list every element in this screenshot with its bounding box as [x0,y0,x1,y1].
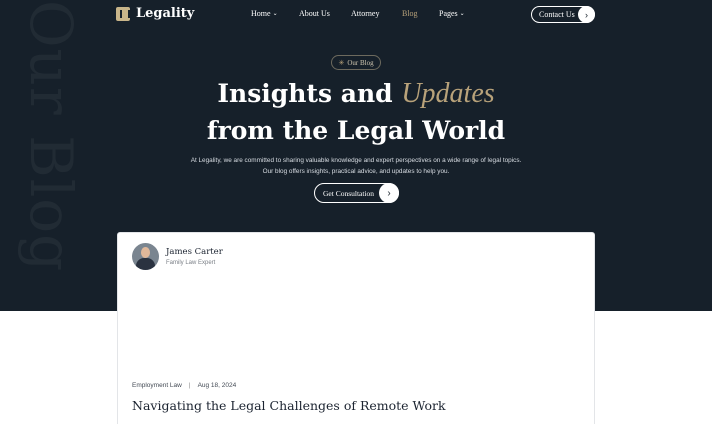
hero-headline-line2: from the Legal World [206,116,506,145]
post-meta: Employment Law | Aug 18, 2024 [132,382,236,389]
badge-label: Our Blog [347,58,374,67]
hero-description: At Legality, we are committed to sharing… [190,157,522,175]
hero-headline-line1: Insights and Updates [0,76,712,112]
nav-item-label: Home [251,9,271,18]
cta-label: Get Consultation [323,188,375,198]
headline-accent: Updates [401,78,495,109]
nav-item-attorney[interactable]: Attorney [351,9,379,18]
blog-badge: ✳ Our Blog [331,55,381,70]
logo[interactable]: Legality [116,6,194,21]
star-icon: ✳ [338,59,345,67]
contact-us-label: Contact Us [539,10,575,19]
meta-divider: | [188,382,191,389]
chevron-down-icon: ⌄ [272,11,278,17]
nav-item-label: Attorney [351,9,380,18]
post-category[interactable]: Employment Law [132,382,182,389]
get-consultation-button[interactable]: Get Consultation › [314,183,399,203]
nav-item-label: Blog [402,9,418,18]
nav-item-blog[interactable]: Blog [402,9,418,18]
avatar [132,243,159,270]
post-author: James Carter Family Law Expert [132,243,223,270]
chevron-down-icon: ⌄ [459,11,465,17]
nav-item-label: About Us [299,9,330,18]
nav-item-about-us[interactable]: About Us [299,9,330,18]
author-name: James Carter [166,247,223,257]
headline-text: Insights and [217,79,393,108]
post-date: Aug 18, 2024 [197,382,237,389]
nav-item-home[interactable]: Home ⌄ [251,9,278,18]
pillar-logo-icon [116,6,130,21]
blog-post-card[interactable]: James Carter Family Law Expert Employmen… [117,232,595,424]
post-title[interactable]: Navigating the Legal Challenges of Remot… [132,398,446,413]
arrow-right-icon: › [379,183,399,203]
navbar: Legality Home ⌄ About Us Attorney Blog P… [0,0,712,30]
author-role: Family Law Expert [166,260,216,266]
brand-name: Legality [136,6,195,21]
nav-item-pages[interactable]: Pages ⌄ [439,9,465,18]
nav-item-label: Pages [439,9,458,18]
contact-us-button[interactable]: Contact Us › [531,6,595,23]
arrow-right-icon: › [578,6,595,23]
